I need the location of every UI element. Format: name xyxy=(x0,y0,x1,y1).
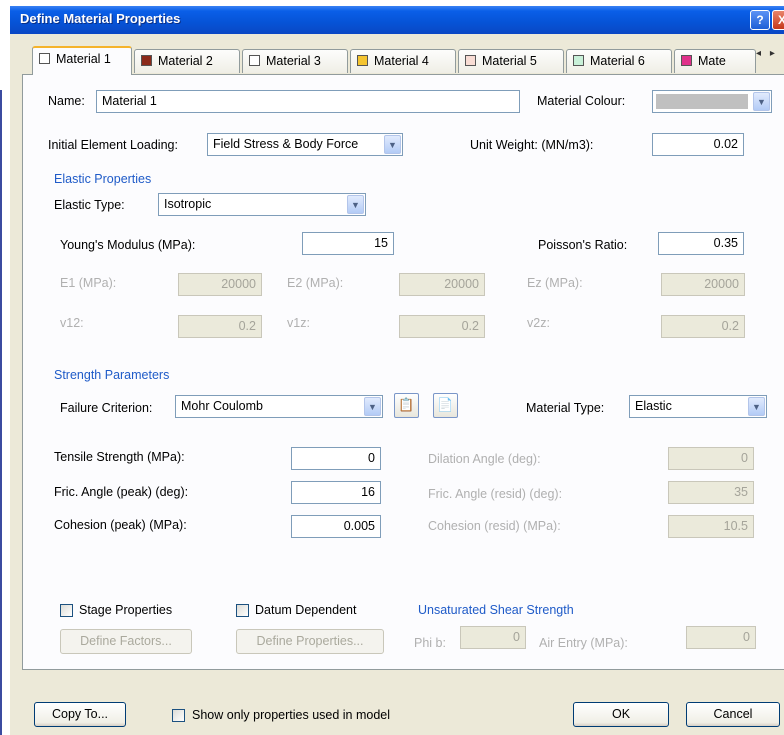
datum-dependent-label: Datum Dependent xyxy=(255,603,357,617)
unit-weight-input[interactable]: 0.02 xyxy=(652,133,744,156)
fric-angle-resid-label: Fric. Angle (resid) (deg): xyxy=(428,487,563,501)
name-label: Name: xyxy=(48,94,85,108)
v2z-label: v2z: xyxy=(527,316,550,330)
material-colour-label: Material Colour: xyxy=(537,94,626,108)
tensile-strength-label: Tensile Strength (MPa): xyxy=(54,450,185,464)
tensile-strength-input[interactable]: 0 xyxy=(291,447,381,470)
material-swatch xyxy=(141,55,152,66)
colour-preview xyxy=(656,94,748,109)
phi-b-label: Phi b: xyxy=(414,636,446,650)
air-entry-input[interactable]: 0 xyxy=(686,626,756,649)
e1-input[interactable]: 20000 xyxy=(178,273,262,296)
air-entry-label: Air Entry (MPa): xyxy=(539,636,628,650)
cohesion-resid-input[interactable]: 10.5 xyxy=(668,515,754,538)
show-only-used-checkbox[interactable] xyxy=(172,709,185,722)
stage-properties-checkbox[interactable] xyxy=(60,604,73,617)
fric-angle-peak-input[interactable]: 16 xyxy=(291,481,381,504)
define-factors-button[interactable]: Define Factors... xyxy=(60,629,192,654)
tab-material-3[interactable]: Material 3 xyxy=(242,49,348,73)
show-only-used-label: Show only properties used in model xyxy=(192,708,391,722)
youngs-modulus-input[interactable]: 15 xyxy=(302,232,394,255)
title-bar[interactable]: Define Material Properties ? X xyxy=(10,6,784,34)
chevron-left-icon[interactable]: ◂ xyxy=(756,48,761,59)
chevron-down-icon: ▼ xyxy=(347,195,364,214)
chevron-down-icon: ▼ xyxy=(384,135,401,154)
ez-input[interactable]: 20000 xyxy=(661,273,745,296)
tab-material-2[interactable]: Material 2 xyxy=(134,49,240,73)
tab-material-5[interactable]: Material 5 xyxy=(458,49,564,73)
window-edge xyxy=(0,90,2,735)
dialog-title: Define Material Properties xyxy=(20,11,181,26)
clipboard-copy-icon[interactable]: 📄 xyxy=(433,393,458,418)
material-tabs: Material 1 Material 2 Material 3 Materia… xyxy=(24,46,774,75)
material-swatch xyxy=(681,55,692,66)
tab-material-7[interactable]: Mate xyxy=(674,49,756,73)
help-button[interactable]: ? xyxy=(750,10,770,30)
chevron-down-icon: ▼ xyxy=(753,92,770,111)
v12-label: v12: xyxy=(60,316,84,330)
dilation-angle-input[interactable]: 0 xyxy=(668,447,754,470)
ok-button[interactable]: OK xyxy=(573,702,669,727)
material-swatch xyxy=(573,55,584,66)
v1z-label: v1z: xyxy=(287,316,310,330)
v12-input[interactable]: 0.2 xyxy=(178,315,262,338)
tab-scroll: ◂ ▸ xyxy=(756,48,784,66)
poissons-ratio-label: Poisson's Ratio: xyxy=(538,238,628,252)
e2-input[interactable]: 20000 xyxy=(399,273,485,296)
failure-criterion-select[interactable]: Mohr Coulomb ▼ xyxy=(175,395,383,418)
unit-weight-label: Unit Weight: (MN/m3): xyxy=(470,138,594,152)
clipboard-paste-icon[interactable]: 📋 xyxy=(394,393,419,418)
chevron-down-icon: ▼ xyxy=(364,397,381,416)
elastic-section-title: Elastic Properties xyxy=(54,172,152,186)
cohesion-peak-label: Cohesion (peak) (MPa): xyxy=(54,518,187,532)
ez-label: Ez (MPa): xyxy=(527,276,583,290)
copy-to-button[interactable]: Copy To... xyxy=(34,702,126,727)
e1-label: E1 (MPa): xyxy=(60,276,117,290)
initial-loading-select[interactable]: Field Stress & Body Force ▼ xyxy=(207,133,403,156)
cohesion-peak-input[interactable]: 0.005 xyxy=(291,515,381,538)
fric-angle-resid-input[interactable]: 35 xyxy=(668,481,754,504)
cohesion-resid-label: Cohesion (resid) (MPa): xyxy=(428,519,561,533)
stage-properties-label: Stage Properties xyxy=(79,603,173,617)
material-swatch xyxy=(39,53,50,64)
cancel-button[interactable]: Cancel xyxy=(686,702,780,727)
material-swatch xyxy=(465,55,476,66)
unsaturated-section-title: Unsaturated Shear Strength xyxy=(418,603,574,617)
v2z-input[interactable]: 0.2 xyxy=(661,315,745,338)
elastic-type-select[interactable]: Isotropic ▼ xyxy=(158,193,366,216)
poissons-ratio-input[interactable]: 0.35 xyxy=(658,232,744,255)
material-colour-select[interactable]: ▼ xyxy=(652,90,772,113)
tab-material-4[interactable]: Material 4 xyxy=(350,49,456,73)
tab-material-6[interactable]: Material 6 xyxy=(566,49,672,73)
initial-loading-label: Initial Element Loading: xyxy=(48,138,178,152)
youngs-modulus-label: Young's Modulus (MPa): xyxy=(60,238,196,252)
elastic-type-label: Elastic Type: xyxy=(54,198,125,212)
e2-label: E2 (MPa): xyxy=(287,276,344,290)
close-icon[interactable]: X xyxy=(772,10,784,30)
dilation-angle-label: Dilation Angle (deg): xyxy=(428,452,541,466)
phi-b-input[interactable]: 0 xyxy=(460,626,526,649)
failure-criterion-label: Failure Criterion: xyxy=(60,401,153,415)
chevron-down-icon: ▼ xyxy=(748,397,765,416)
chevron-right-icon[interactable]: ▸ xyxy=(770,48,775,59)
tab-material-1[interactable]: Material 1 xyxy=(32,46,132,75)
define-properties-button[interactable]: Define Properties... xyxy=(236,629,384,654)
fric-angle-peak-label: Fric. Angle (peak) (deg): xyxy=(54,485,189,499)
datum-dependent-checkbox[interactable] xyxy=(236,604,249,617)
v1z-input[interactable]: 0.2 xyxy=(399,315,485,338)
strength-section-title: Strength Parameters xyxy=(54,368,170,382)
material-swatch xyxy=(357,55,368,66)
name-input[interactable]: Material 1 xyxy=(96,90,520,113)
material-type-select[interactable]: Elastic ▼ xyxy=(629,395,767,418)
material-swatch xyxy=(249,55,260,66)
material-type-label: Material Type: xyxy=(526,401,605,415)
